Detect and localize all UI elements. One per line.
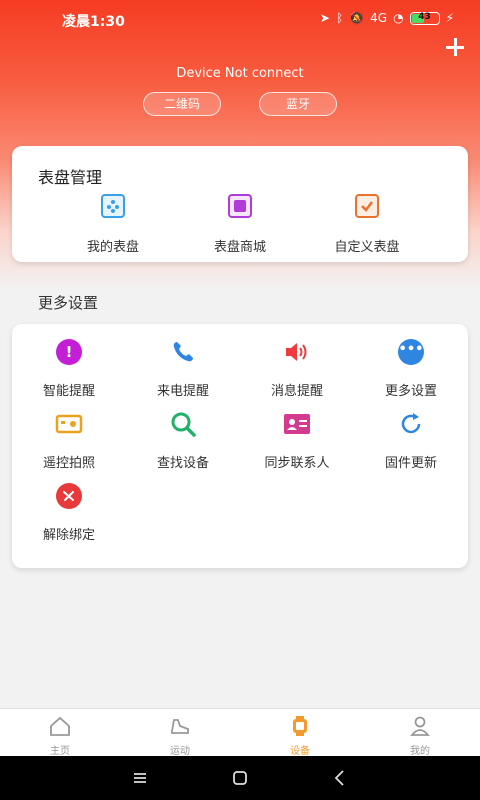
more-settings-item[interactable]: ••• 更多设置 [354, 338, 468, 399]
tab-label: 主页 [50, 746, 70, 757]
call-reminder-item[interactable]: 来电提醒 [126, 338, 240, 399]
grid-item-label: 固件更新 [384, 456, 437, 471]
watch-icon [289, 715, 311, 737]
dial-item-label: 我的表盘 [86, 240, 139, 255]
status-bar: 凌晨1:30 ➤ ᛒ 🔕 4G ◔ 43 ⚡ [0, 8, 480, 34]
unbind-item[interactable]: 解除绑定 [12, 482, 126, 543]
bluetooth-icon: ᛒ [335, 11, 344, 25]
user-icon [409, 715, 431, 737]
charging-icon: ⚡ [445, 11, 454, 25]
back-button[interactable] [328, 766, 352, 790]
tab-home[interactable]: 主页 [0, 709, 120, 757]
dial-store-item[interactable]: 表盘商城 [180, 194, 300, 255]
more-icon: ••• [397, 338, 425, 366]
unlink-icon [55, 482, 83, 510]
speaker-icon [283, 338, 311, 366]
store-icon [228, 194, 252, 218]
grid-item-label: 遥控拍照 [42, 456, 95, 471]
alert-icon: ! [55, 338, 83, 366]
dial-item-label: 表盘商城 [213, 240, 266, 255]
battery-level: 43 [418, 11, 431, 22]
custom-dial-item[interactable]: 自定义表盘 [307, 194, 427, 255]
menu-button[interactable] [128, 766, 152, 790]
home-button[interactable] [228, 766, 252, 790]
grid-item-label: 消息提醒 [270, 384, 323, 399]
section-title: 更多设置 [38, 294, 99, 312]
firmware-update-item[interactable]: 固件更新 [354, 410, 468, 471]
home-square-icon [233, 771, 247, 785]
qr-code-button[interactable]: 二维码 [143, 92, 221, 116]
tab-label: 我的 [410, 746, 430, 757]
home-icon [49, 715, 71, 737]
system-navigation-bar [0, 756, 480, 800]
sync-contacts-item[interactable]: 同步联系人 [240, 410, 354, 471]
mute-icon: 🔕 [349, 11, 365, 25]
custom-dial-icon [355, 194, 379, 218]
smart-reminder-item[interactable]: ! 智能提醒 [12, 338, 126, 399]
tab-me[interactable]: 我的 [360, 709, 480, 757]
more-settings-card: ! 智能提醒 来电提醒 消息提醒 ••• 更多设置 遥控拍照 查找设备 同步联系… [12, 324, 468, 568]
my-dial-item[interactable]: 我的表盘 [53, 194, 173, 255]
wifi-icon: ◔ [393, 11, 404, 25]
location-icon: ➤ [319, 11, 330, 25]
shoe-icon [169, 715, 191, 737]
dial-item-label: 自定义表盘 [334, 240, 400, 255]
find-device-item[interactable]: 查找设备 [126, 410, 240, 471]
grid-item-label: 来电提醒 [156, 384, 209, 399]
search-icon [169, 410, 197, 438]
grid-item-label: 同步联系人 [264, 456, 330, 471]
status-time: 凌晨1:30 [62, 14, 125, 30]
bluetooth-button[interactable]: 蓝牙 [259, 92, 337, 116]
watch-face-icon [101, 194, 125, 218]
add-device-button[interactable] [444, 36, 466, 58]
device-status: Device Not connect [176, 66, 304, 81]
contact-card-icon [283, 410, 311, 438]
card-title: 表盘管理 [38, 168, 103, 187]
phone-icon [169, 338, 197, 366]
remote-camera-item[interactable]: 遥控拍照 [12, 410, 126, 471]
refresh-icon [397, 410, 425, 438]
back-icon [334, 770, 344, 786]
bottom-tab-bar: 主页 运动 设备 我的 [0, 708, 480, 757]
menu-icon [134, 773, 146, 783]
tab-label: 设备 [290, 746, 310, 757]
grid-item-label: 智能提醒 [42, 384, 95, 399]
dial-management-card: 表盘管理 我的表盘 表盘商城 自定义表盘 [12, 146, 468, 262]
tab-device[interactable]: 设备 [240, 709, 360, 757]
grid-item-label: 解除绑定 [42, 528, 95, 543]
camera-icon [55, 410, 83, 438]
battery-icon: 43 [409, 11, 440, 25]
status-icons: ➤ ᛒ 🔕 4G ◔ 43 ⚡ [320, 11, 454, 25]
message-reminder-item[interactable]: 消息提醒 [240, 338, 354, 399]
grid-item-label: 更多设置 [384, 384, 437, 399]
signal-icon: 4G [370, 11, 388, 25]
tab-sport[interactable]: 运动 [120, 709, 240, 757]
grid-item-label: 查找设备 [156, 456, 209, 471]
tab-label: 运动 [170, 746, 190, 757]
